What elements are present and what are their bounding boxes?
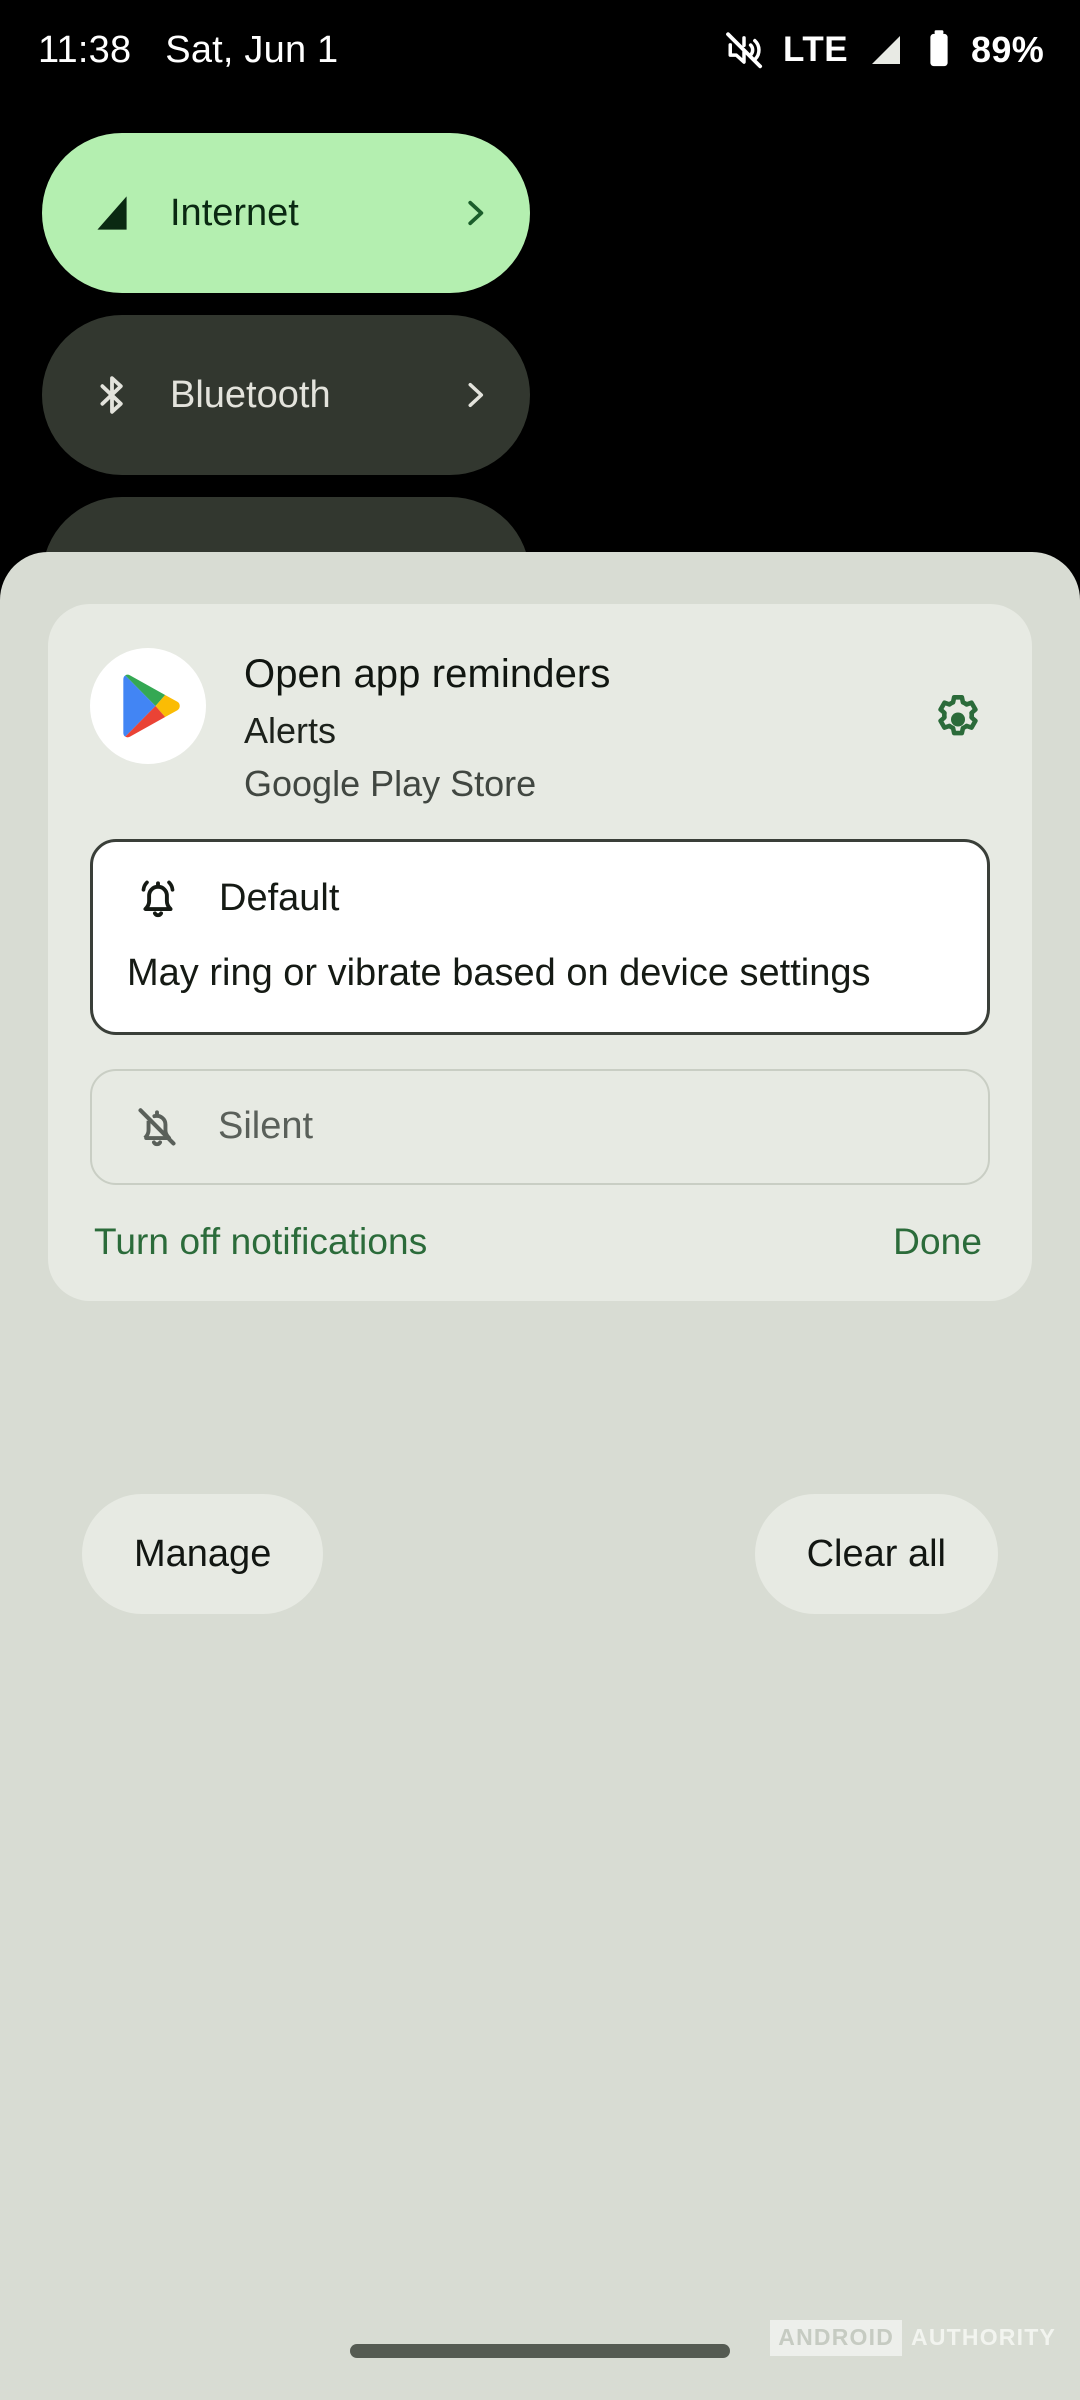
notification-title: Open app reminders bbox=[244, 650, 916, 699]
option-description: May ring or vibrate based on device sett… bbox=[127, 950, 953, 998]
status-bar-right: LTE 89% bbox=[722, 28, 1044, 72]
status-bar-clock: 11:38 bbox=[38, 29, 131, 72]
watermark: ANDROID AUTHORITY bbox=[770, 2320, 1056, 2356]
notification-app-name: Google Play Store bbox=[244, 762, 916, 805]
signal-bar-icon bbox=[84, 188, 140, 238]
notification-channel-name: Alerts bbox=[244, 709, 916, 752]
signal-bar-icon bbox=[865, 29, 907, 71]
notification-option-default[interactable]: Default May ring or vibrate based on dev… bbox=[90, 839, 990, 1035]
status-bar: 11:38 Sat, Jun 1 LTE bbox=[0, 0, 1080, 100]
phone-screen: 11:38 Sat, Jun 1 LTE bbox=[0, 0, 1080, 2400]
volume-off-icon bbox=[722, 28, 766, 72]
notification-card[interactable]: Open app reminders Alerts Google Play St… bbox=[48, 604, 1032, 1301]
quick-tile-label: Bluetooth bbox=[170, 374, 331, 417]
google-play-store-icon bbox=[90, 648, 206, 764]
done-button[interactable]: Done bbox=[893, 1221, 982, 1263]
network-type-label: LTE bbox=[783, 30, 848, 70]
notification-header-text: Open app reminders Alerts Google Play St… bbox=[244, 644, 916, 805]
bell-ringing-icon bbox=[127, 872, 189, 924]
notification-header: Open app reminders Alerts Google Play St… bbox=[90, 644, 990, 805]
gear-icon[interactable] bbox=[926, 688, 990, 752]
quick-tile-internet[interactable]: Internet bbox=[42, 133, 530, 293]
status-bar-left: 11:38 Sat, Jun 1 bbox=[38, 29, 338, 72]
gesture-navigation-bar[interactable] bbox=[350, 2344, 730, 2358]
battery-percentage: 89% bbox=[971, 29, 1044, 71]
bell-off-icon bbox=[126, 1101, 188, 1153]
quick-tile-bluetooth[interactable]: Bluetooth bbox=[42, 315, 530, 475]
watermark-plain-text: AUTHORITY bbox=[902, 2320, 1056, 2356]
battery-icon bbox=[924, 28, 954, 72]
turn-off-notifications-button[interactable]: Turn off notifications bbox=[94, 1221, 427, 1263]
chevron-right-icon[interactable] bbox=[456, 194, 494, 232]
quick-tile-label: Internet bbox=[170, 192, 299, 235]
notification-option-silent[interactable]: Silent bbox=[90, 1069, 990, 1185]
watermark-boxed-text: ANDROID bbox=[770, 2320, 902, 2356]
chevron-right-icon[interactable] bbox=[456, 376, 494, 414]
manage-button[interactable]: Manage bbox=[82, 1494, 323, 1614]
notification-action-row: Turn off notifications Done bbox=[90, 1221, 990, 1267]
shade-footer-buttons: Manage Clear all bbox=[0, 1494, 1080, 1614]
status-bar-date: Sat, Jun 1 bbox=[165, 29, 338, 72]
bluetooth-icon bbox=[84, 371, 140, 419]
option-label: Silent bbox=[218, 1105, 313, 1148]
option-label: Default bbox=[219, 877, 339, 920]
option-row: Default bbox=[127, 872, 953, 924]
notification-shade: Open app reminders Alerts Google Play St… bbox=[0, 552, 1080, 2400]
option-row: Silent bbox=[126, 1101, 954, 1153]
clear-all-button[interactable]: Clear all bbox=[755, 1494, 998, 1614]
